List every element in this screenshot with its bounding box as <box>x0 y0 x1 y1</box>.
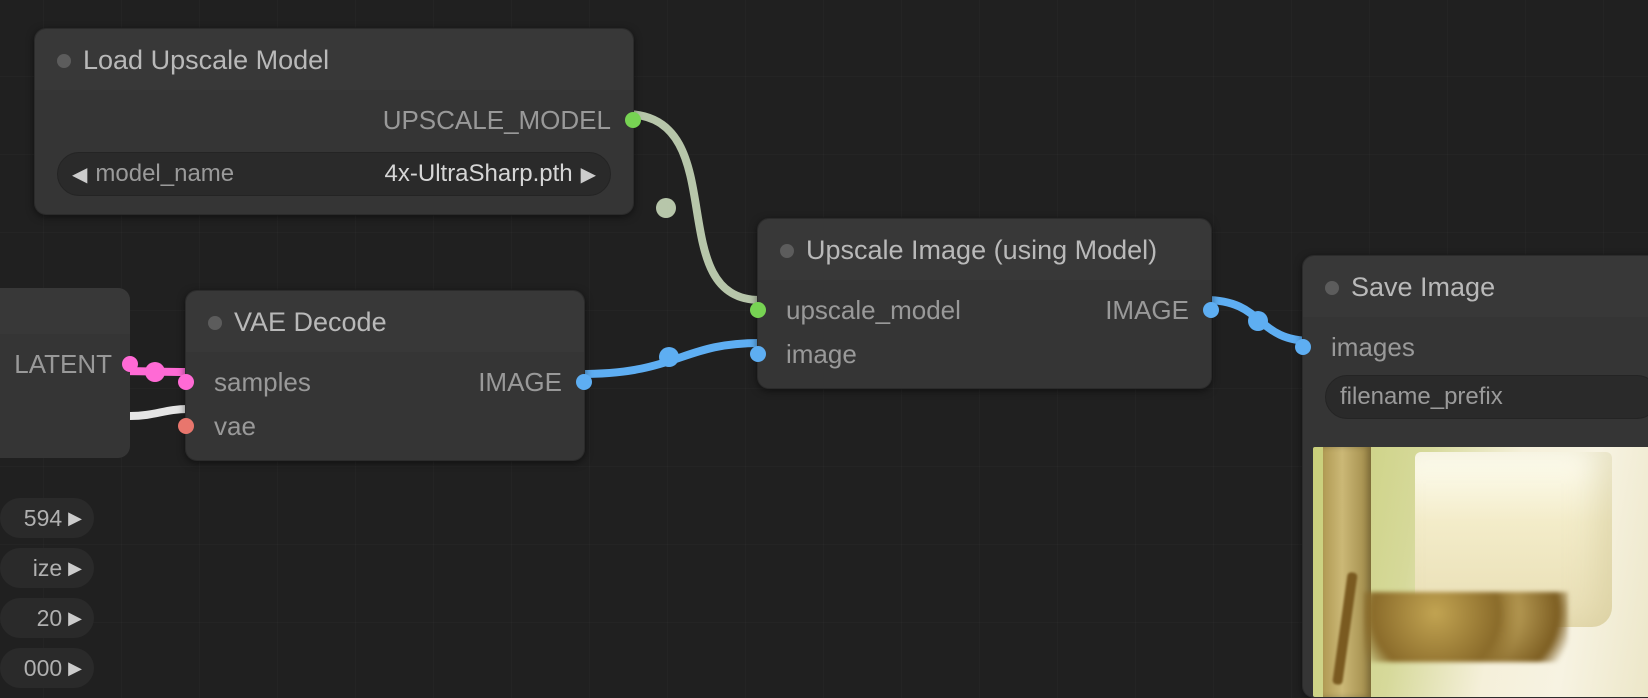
widget-model-name[interactable]: ◀ model_name 4x-UltraSharp.pth ▶ <box>57 152 611 196</box>
output-image-label: IMAGE <box>478 367 562 398</box>
input-image-label: image <box>786 339 857 370</box>
collapse-dot-icon[interactable] <box>1325 281 1339 295</box>
collapse-dot-icon[interactable] <box>208 316 222 330</box>
input-vae-label: vae <box>214 411 256 442</box>
node-upscale-image[interactable]: Upscale Image (using Model) upscale_mode… <box>757 218 1212 389</box>
widget-partial-2-value: ize <box>18 555 62 582</box>
chevron-right-icon[interactable]: ▶ <box>581 162 596 187</box>
input-port-upscale-model[interactable] <box>750 302 766 318</box>
widget-value: 4x-UltraSharp.pth <box>242 160 572 188</box>
widget-partial-4[interactable]: 000 ▶ <box>0 648 94 688</box>
node-load-upscale-model[interactable]: Load Upscale Model UPSCALE_MODEL ◀ model… <box>34 28 634 215</box>
chevron-right-icon[interactable]: ▶ <box>68 658 82 679</box>
image-preview <box>1313 447 1648 697</box>
collapse-dot-icon[interactable] <box>780 244 794 258</box>
widget-filename-prefix[interactable]: filename_prefix <box>1325 375 1648 419</box>
widget-label: filename_prefix <box>1340 383 1636 411</box>
node-title: Upscale Image (using Model) <box>806 235 1157 266</box>
node-title: Save Image <box>1351 272 1495 303</box>
collapse-dot-icon[interactable] <box>57 54 71 68</box>
widget-partial-4-value: 000 <box>18 655 62 682</box>
node-title: VAE Decode <box>234 307 387 338</box>
output-upscale-model-label: UPSCALE_MODEL <box>383 105 611 136</box>
node-header[interactable]: Load Upscale Model <box>35 29 633 90</box>
widget-partial-3-value: 20 <box>18 605 62 632</box>
chevron-right-icon[interactable]: ▶ <box>68 608 82 629</box>
output-port-latent[interactable] <box>122 356 138 372</box>
output-port-image[interactable] <box>1203 302 1219 318</box>
output-latent-label: LATENT <box>14 349 112 380</box>
widget-partial-1[interactable]: 594 ▶ <box>0 498 94 538</box>
chevron-left-icon[interactable]: ◀ <box>72 162 87 187</box>
node-header[interactable]: Save Image <box>1303 256 1648 317</box>
output-port-upscale-model[interactable] <box>625 112 641 128</box>
input-samples-label: samples <box>214 367 311 398</box>
input-port-images[interactable] <box>1295 339 1311 355</box>
node-save-image[interactable]: Save Image images filename_prefix <box>1302 255 1648 698</box>
chevron-right-icon[interactable]: ▶ <box>68 558 82 579</box>
partial-node-latent[interactable]: LATENT <box>0 288 130 458</box>
widget-partial-3[interactable]: 20 ▶ <box>0 598 94 638</box>
node-title: Load Upscale Model <box>83 45 329 76</box>
node-header[interactable]: VAE Decode <box>186 291 584 352</box>
widget-label: model_name <box>95 160 234 188</box>
input-upscale-model-label: upscale_model <box>786 295 961 326</box>
input-images-label: images <box>1331 332 1415 363</box>
node-header[interactable]: Upscale Image (using Model) <box>758 219 1211 280</box>
chevron-right-icon[interactable]: ▶ <box>68 508 82 529</box>
input-port-vae[interactable] <box>178 418 194 434</box>
input-port-image[interactable] <box>750 346 766 362</box>
node-vae-decode[interactable]: VAE Decode samples IMAGE vae <box>185 290 585 461</box>
widget-partial-1-value: 594 <box>18 505 62 532</box>
output-port-image[interactable] <box>576 374 592 390</box>
input-port-samples[interactable] <box>178 374 194 390</box>
widget-partial-2[interactable]: ize ▶ <box>0 548 94 588</box>
output-image-label: IMAGE <box>1105 295 1189 326</box>
